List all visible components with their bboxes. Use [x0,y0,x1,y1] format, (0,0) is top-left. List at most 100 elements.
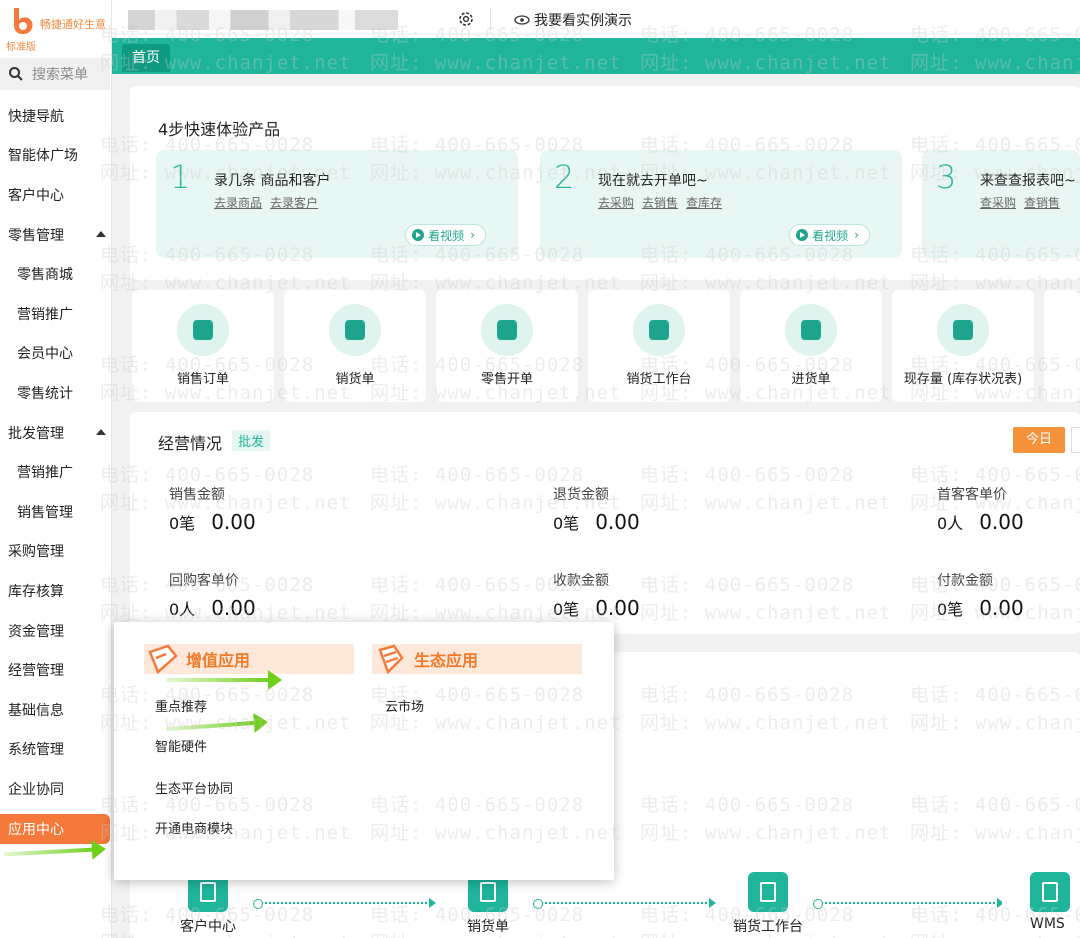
step-links: 查采购 查销售 [980,194,1068,211]
sidebar-item-label: 企业协同 [8,781,64,798]
sidebar-item-funds[interactable]: 资金管理 [0,611,112,651]
sidebar-item-label: 批发管理 [8,425,64,442]
sidebar-item-label: 零售统计 [17,385,73,402]
metric-amount: 0.00 [595,596,640,620]
sidebar-item-label: 销售管理 [17,504,73,521]
metric-amount: 0.00 [595,510,640,534]
sidebar-item-label: 营销推广 [17,306,73,323]
sidebar-item-inventory[interactable]: 库存核算 [0,571,112,611]
quick-action-purchase[interactable]: 进货单 [740,290,882,402]
today-button[interactable]: 今日 [1013,427,1065,453]
sidebar-item-quick-nav[interactable]: 快捷导航 [0,96,112,136]
sidebar-item-label: 会员中心 [17,346,73,363]
popup-item-smart-hardware[interactable]: 智能硬件 [155,736,207,755]
watch-video-button[interactable]: 看视频 › [405,224,486,246]
sidebar-item-retail[interactable]: 零售管理 [0,215,112,255]
sidebar-item-label: 零售管理 [8,227,64,244]
quick-action-delivery[interactable]: 销货单 [284,290,426,402]
step-title: 现在就去开单吧~ [598,173,708,189]
video-label: 看视频 [812,228,849,243]
step-link[interactable]: 去录客户 [270,196,318,210]
sidebar-item-label: 经营管理 [8,663,64,680]
step-link[interactable]: 去录商品 [214,196,262,210]
step-link[interactable]: 查销售 [1024,196,1060,210]
quick-action-more[interactable] [1044,290,1080,402]
sidebar-item-purchase[interactable]: 采购管理 [0,532,112,572]
step-number: 3 [936,158,957,196]
sidebar-item-system[interactable]: 系统管理 [0,730,112,770]
flow-node-workbench[interactable]: 销货工作台 [718,864,818,938]
popup-item-cloud-market[interactable]: 云市场 [385,696,424,715]
app-edition: 标准版 [6,42,36,53]
metric-amount: 0.00 [979,510,1024,534]
quick-action-label: 销货工作台 [626,372,692,387]
business-title: 经营情况 [158,434,223,453]
metric-receipt-amount: 收款金额 0笔 0.00 [553,570,803,620]
metric-payment-amount: 付款金额 0笔 0.00 [937,570,1080,620]
metric-label: 首客客单价 [937,487,1007,503]
quick-action-retail[interactable]: 零售开单 [436,290,578,402]
tab-home[interactable]: 首页 [122,44,170,72]
step-number: 1 [170,158,191,196]
quick-action-label: 零售开单 [480,372,533,387]
quick-action-workbench[interactable]: 销货工作台 [588,290,730,402]
workbench-icon [748,872,788,912]
sidebar-item-label: 基础信息 [8,702,64,719]
quick-start-title: 4步快速体验产品 [158,120,281,139]
metric-repurchase-price: 回购客单价 0人 0.00 [169,570,419,620]
search-icon [9,67,23,81]
sidebar-item-label: 库存核算 [8,583,64,600]
step-link[interactable]: 查采购 [980,196,1016,210]
metric-label: 回购客单价 [169,573,239,589]
step-title: 录几条 商品和客户 [214,173,331,189]
quick-action-sales-order[interactable]: 销售订单 [132,290,274,402]
step-link[interactable]: 去销售 [642,196,678,210]
play-icon [796,229,809,241]
quick-action-stock[interactable]: 现存量 (库存状况表) [892,290,1034,402]
tab-bar: 首页 [112,38,1080,74]
menu-search[interactable]: 搜索菜单 [0,58,110,90]
sales-order-icon [177,304,229,356]
step-card-1: 1 录几条 商品和客户 去录商品 去录客户 看视频 › [156,150,518,258]
step-link[interactable]: 查库存 [686,196,722,210]
quick-action-label: 销售订单 [176,372,229,387]
period-button-next[interactable] [1071,427,1080,453]
flow-node-label: 销货单 [467,919,509,935]
logo-icon [14,8,33,34]
app-logo[interactable]: 畅捷通好生意 标准版 [6,4,110,53]
video-label: 看视频 [428,228,465,243]
sidebar-item-agent-plaza[interactable]: 智能体广场 [0,136,112,176]
metric-count: 0人 [937,514,964,533]
sidebar-item-basic-info[interactable]: 基础信息 [0,690,112,730]
popup-item-ecommerce[interactable]: 开通电商模块 [155,818,233,837]
wms-icon [1030,872,1070,912]
annotation-arrow [166,670,282,690]
popup-item-eco-platform[interactable]: 生态平台协同 [155,778,233,797]
popup-group-title: 生态应用 [414,651,479,670]
popup-item-featured[interactable]: 重点推荐 [155,696,207,715]
sidebar-item-retail-mall[interactable]: 零售商城 [0,254,112,294]
demo-link[interactable]: 我要看实例演示 [514,10,632,30]
sidebar-item-member-center[interactable]: 会员中心 [0,334,112,374]
wallet-icon [481,304,533,356]
sidebar-item-wholesale[interactable]: 批发管理 [0,413,112,453]
sidebar-item-retail-marketing[interactable]: 营销推广 [0,294,112,334]
sidebar-item-operations[interactable]: 经营管理 [0,650,112,690]
sidebar-item-customer-center[interactable]: 客户中心 [0,175,112,215]
sidebar-item-retail-stats[interactable]: 零售统计 [0,373,112,413]
gear-icon[interactable] [457,10,475,28]
stock-report-icon [937,304,989,356]
step-card-3: 3 来查查报表吧~ 查采购 查销售 [922,150,1080,258]
metric-count: 0笔 [553,600,580,619]
sidebar-item-sales-mgmt[interactable]: 销售管理 [0,492,112,532]
step-link[interactable]: 去采购 [598,196,634,210]
business-overview-panel: 经营情况 批发 今日 销售金额 0笔 0.00 退货金额 0笔 0.00 首客客单价… [130,412,1080,634]
flow-node-wms[interactable]: WMS [1002,864,1080,938]
step-title: 来查查报表吧~ [980,173,1076,189]
sidebar-item-wholesale-marketing[interactable]: 营销推广 [0,452,112,492]
watch-video-button[interactable]: 看视频 › [789,224,870,246]
chevron-right-icon: › [854,228,859,242]
sidebar-item-collaboration[interactable]: 企业协同 [0,769,112,809]
popup-group-header: 增值应用 [144,644,354,675]
demo-label: 我要看实例演示 [534,13,632,29]
